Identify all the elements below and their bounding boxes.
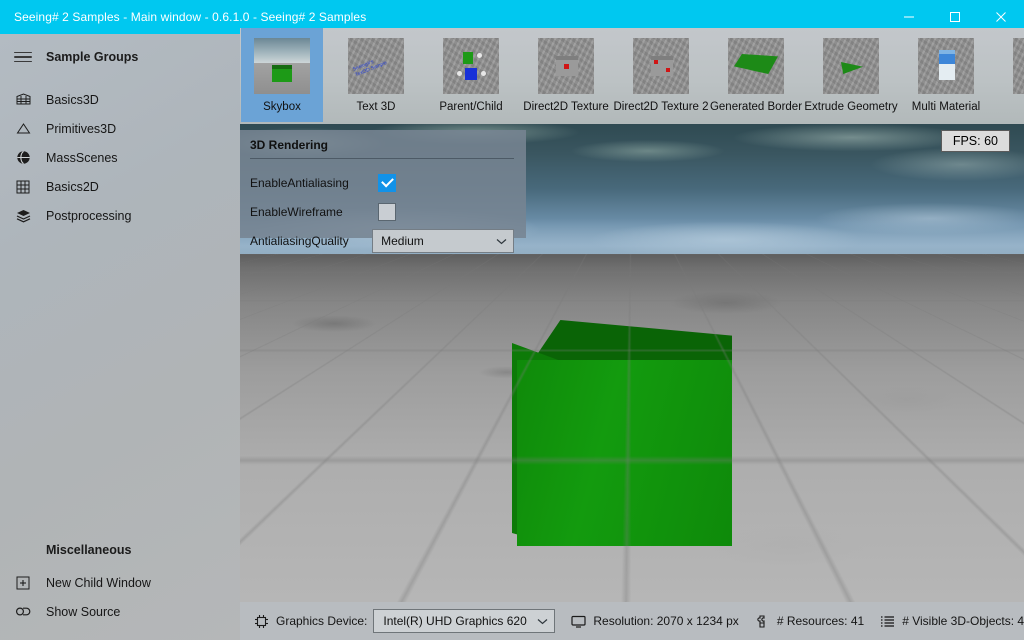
tab-thumbnail: Seeing#'s Text3D Sample (348, 38, 404, 94)
sidebar-item-label: Basics3D (46, 92, 99, 107)
sample-tab-strip[interactable]: Skybox Seeing#'s Text3D Sample Text 3D Pa… (240, 28, 1024, 124)
status-bar: Graphics Device: Intel(R) UHD Graphics 6… (240, 602, 1024, 640)
chip-icon (254, 614, 269, 629)
sidebar-item-basics2d[interactable]: Basics2D (0, 172, 240, 201)
property-label: EnableWireframe (250, 204, 343, 219)
antialiasing-quality-value: Medium (381, 233, 424, 248)
properties-panel-title: 3D Rendering (250, 138, 514, 159)
graphics-device-select[interactable]: Intel(R) UHD Graphics 620 (373, 609, 556, 633)
sidebar-item-label: MassScenes (46, 150, 118, 165)
tab-parent-child[interactable]: Parent/Child (429, 28, 513, 122)
grid-3d-icon (14, 91, 32, 109)
globe-icon (14, 149, 32, 167)
tab-thumbnail (918, 38, 974, 94)
link-icon (14, 603, 32, 621)
application-window: Seeing# 2 Samples - Main window - 0.6.1.… (0, 0, 1024, 640)
layers-icon (14, 207, 32, 225)
chevron-down-icon (537, 614, 548, 628)
enable-wireframe-checkbox[interactable] (378, 202, 396, 221)
sidebar-item-label: Show Source (46, 604, 121, 619)
status-resources: # Resources: 41 (747, 602, 872, 640)
property-label: EnableAntialiasing (250, 175, 349, 190)
sidebar-item-label: New Child Window (46, 575, 151, 590)
sidebar-item-primitives3d[interactable]: Primitives3D (0, 114, 240, 143)
tab-thumbnail (254, 38, 310, 94)
sidebar-item-list: Basics3D Primitives3D MassScenes Basics2… (0, 85, 240, 230)
tab-thumbnail (538, 38, 594, 94)
tab-thumbnail (1013, 38, 1024, 94)
tab-thumbnail (823, 38, 879, 94)
tab-generated-border[interactable]: Generated Border (710, 28, 802, 122)
status-graphics-device: Graphics Device: Intel(R) UHD Graphics 6… (246, 602, 563, 640)
tab-label: Direct2D Texture (523, 101, 609, 113)
sidebar-header[interactable]: Sample Groups (0, 40, 240, 74)
tab-label: Text 3D (356, 101, 396, 113)
tab-multi-material[interactable]: Multi Material (904, 28, 988, 122)
chevron-down-icon (496, 234, 507, 248)
tab-label: Multi Material (911, 101, 981, 113)
fps-badge: FPS: 60 (940, 130, 1010, 152)
graphics-device-value: Intel(R) UHD Graphics 620 (383, 614, 527, 628)
grid-2d-icon (14, 178, 32, 196)
status-graphics-device-label: Graphics Device: (276, 614, 368, 628)
sidebar: Sample Groups Basics3D Primitives3D Mass (0, 34, 240, 640)
cube-front-face (517, 360, 732, 546)
tab-thumbnail (443, 38, 499, 94)
antialiasing-quality-select[interactable]: Medium (372, 228, 514, 253)
tab-thumbnail (633, 38, 689, 94)
sidebar-item-postprocessing[interactable]: Postprocessing (0, 201, 240, 230)
sidebar-item-label: Basics2D (46, 179, 99, 194)
list-icon (880, 615, 895, 628)
tab-thumbnail (728, 38, 784, 94)
hamburger-icon[interactable] (14, 51, 32, 63)
sidebar-item-basics3d[interactable]: Basics3D (0, 85, 240, 114)
property-row-enable-antialiasing: EnableAntialiasing (250, 168, 514, 197)
tab-label: Direct2D Texture 2 (613, 101, 709, 113)
status-visible-objects: # Visible 3D-Objects: 4 (872, 602, 1024, 640)
status-resolution: Resolution: 2070 x 1234 px (563, 602, 746, 640)
sidebar-header-label: Sample Groups (46, 50, 139, 64)
tab-label: Extrude Geometry (804, 101, 898, 113)
tab-direct2d-texture-2[interactable]: Direct2D Texture 2 (613, 28, 709, 122)
tab-label: Parent/Child (439, 101, 503, 113)
property-row-enable-wireframe: EnableWireframe (250, 197, 514, 226)
property-label: AntialiasingQuality (250, 233, 349, 248)
tab-label: Generated Border (709, 101, 803, 113)
tab-direct2d-texture[interactable]: Direct2D Texture (523, 28, 609, 122)
sidebar-misc-section: Miscellaneous New Child Window Show Sour… (0, 543, 240, 640)
puzzle-icon (755, 614, 770, 629)
sidebar-misc-title: Miscellaneous (46, 543, 132, 557)
property-row-antialiasing-quality: AntialiasingQuality Medium (250, 226, 514, 255)
sidebar-item-label: Postprocessing (46, 208, 132, 223)
status-resources-label: # Resources: 41 (776, 614, 865, 628)
tab-skybox[interactable]: Skybox (241, 28, 323, 122)
window-title: Seeing# 2 Samples - Main window - 0.6.1.… (14, 10, 367, 24)
tab-label: Skybox (263, 101, 301, 113)
sidebar-item-show-source[interactable]: Show Source (0, 597, 240, 626)
enable-antialiasing-checkbox[interactable] (378, 173, 396, 192)
sidebar-item-label: Primitives3D (46, 121, 117, 136)
sidebar-item-massscenes[interactable]: MassScenes (0, 143, 240, 172)
monitor-icon (571, 615, 586, 628)
tab-wireframe[interactable]: Wir (999, 28, 1024, 122)
sidebar-item-new-child-window[interactable]: New Child Window (0, 568, 240, 597)
tab-extrude-geometry[interactable]: Extrude Geometry (804, 28, 898, 122)
new-window-icon (14, 574, 32, 592)
status-visible-objects-label: # Visible 3D-Objects: 4 (902, 614, 1024, 628)
properties-panel: 3D Rendering EnableAntialiasing EnableWi… (240, 130, 526, 253)
status-resolution-label: Resolution: 2070 x 1234 px (593, 614, 739, 628)
tab-text-3d[interactable]: Seeing#'s Text3D Sample Text 3D (334, 28, 418, 122)
triangle-icon (14, 120, 32, 138)
